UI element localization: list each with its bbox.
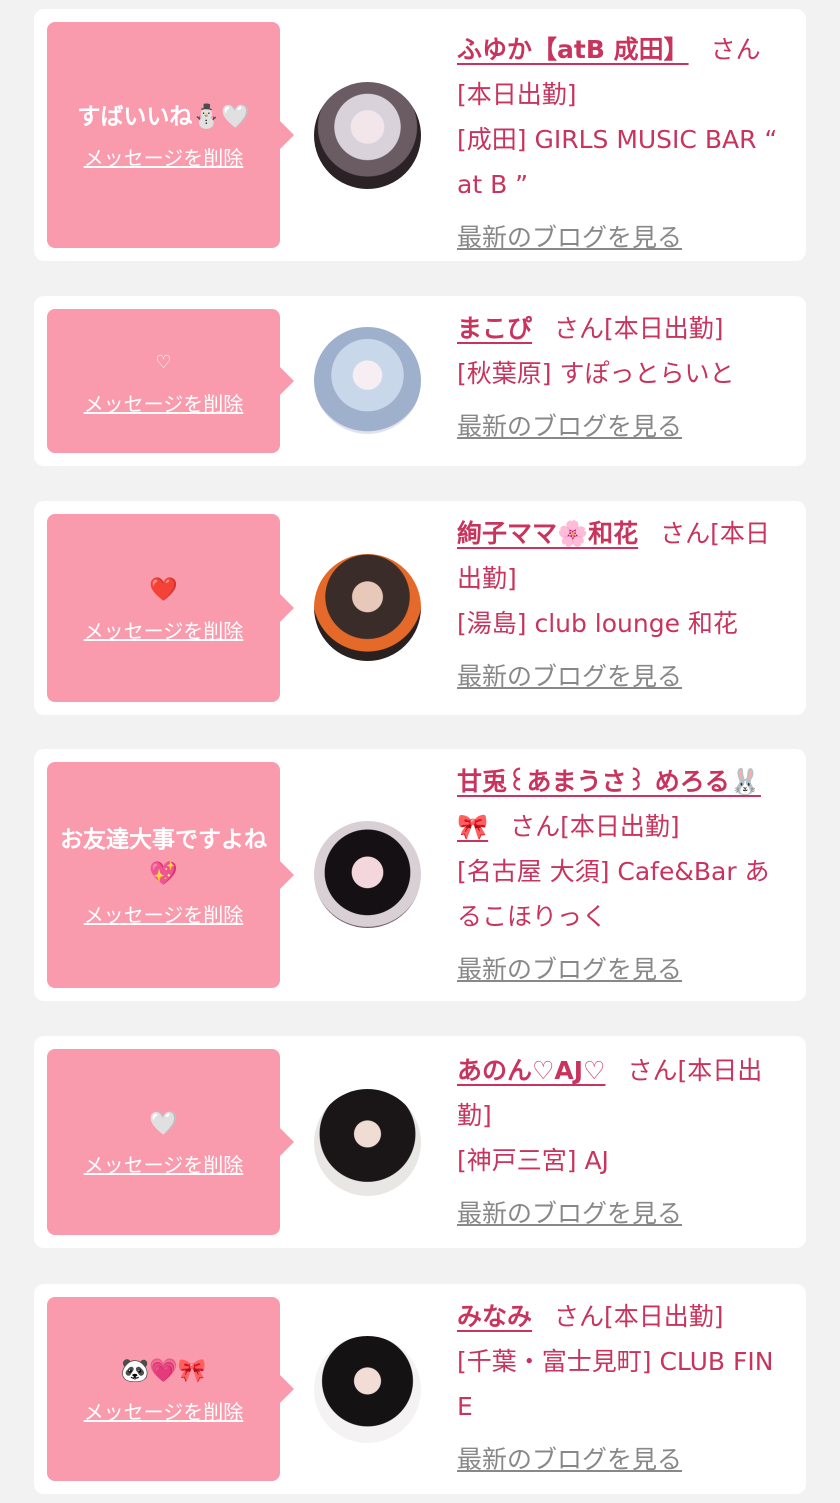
- girl-name-link[interactable]: ふゆか【atB 成田】: [457, 35, 689, 64]
- latest-blog-link[interactable]: 最新のブログを見る: [457, 1191, 682, 1236]
- attendance-status: [本日出勤]: [604, 1302, 724, 1331]
- shop-name: [千葉・富士見町] CLUB FINE: [457, 1347, 774, 1421]
- girl-info: まこぴ さん[本日出勤] [秋葉原] すぽっとらいと 最新のブログを見る: [457, 306, 789, 449]
- honorific: さん: [554, 1302, 605, 1331]
- delete-message-link[interactable]: メッセージを削除: [84, 1396, 244, 1425]
- avatar[interactable]: [314, 82, 421, 189]
- message-text: ❤️: [149, 576, 178, 603]
- delete-message-link[interactable]: メッセージを削除: [84, 1149, 244, 1178]
- delete-message-link[interactable]: メッセージを削除: [84, 142, 244, 171]
- avatar[interactable]: [314, 327, 421, 434]
- avatar[interactable]: [314, 1089, 421, 1196]
- girl-info: 絢子ママ🌸和花 さん[本日出勤] [湯島] club lounge 和花 最新のブ…: [457, 511, 789, 699]
- attendance-status: [本日出勤]: [560, 812, 680, 841]
- message-text: お友達大事ですよね💖: [60, 826, 267, 887]
- message-text: 🤍: [149, 1110, 178, 1137]
- attendance-status: [本日出勤]: [457, 80, 577, 109]
- girl-name-link[interactable]: まこぴ: [457, 314, 532, 343]
- honorific: さん: [554, 314, 605, 343]
- girl-card: 🐼💗🎀 メッセージを削除 みなみ さん[本日出勤] [千葉・富士見町] CLUB …: [34, 1284, 806, 1494]
- honorific: さん: [627, 1056, 678, 1085]
- girl-info: あのん♡AJ♡ さん[本日出勤] [神戸三宮] AJ 最新のブログを見る: [457, 1048, 789, 1236]
- shop-name: [成田] GIRLS MUSIC BAR “ at B ”: [457, 125, 778, 199]
- girl-name-link[interactable]: あのん♡AJ♡: [457, 1056, 605, 1085]
- message-bubble: ❤️ メッセージを削除: [47, 514, 294, 702]
- honorific: さん: [510, 812, 561, 841]
- message-bubble: ♡ メッセージを削除: [47, 309, 294, 453]
- girl-name-link[interactable]: 絢子ママ🌸和花: [457, 519, 638, 548]
- attendance-status: [本日出勤]: [604, 314, 724, 343]
- avatar[interactable]: [314, 1336, 421, 1443]
- shop-name: [神戸三宮] AJ: [457, 1146, 609, 1175]
- message-text: すばいいね⛄🤍: [77, 103, 250, 130]
- shop-name: [名古屋 大須] Cafe&Bar あるこほりっく: [457, 857, 770, 931]
- girl-card: ♡ メッセージを削除 まこぴ さん[本日出勤] [秋葉原] すぽっとらいと 最新の…: [34, 296, 806, 466]
- girl-info: 甘兎꒰あまうさ꒱ めろる🐰🎀 さん[本日出勤] [名古屋 大須] Cafe&Bar…: [457, 759, 789, 992]
- girl-card: 🤍 メッセージを削除 あのん♡AJ♡ さん[本日出勤] [神戸三宮] AJ 最新の…: [34, 1036, 806, 1248]
- latest-blog-link[interactable]: 最新のブログを見る: [457, 1437, 682, 1482]
- shop-name: [秋葉原] すぽっとらいと: [457, 359, 735, 388]
- latest-blog-link[interactable]: 最新のブログを見る: [457, 404, 682, 449]
- message-text: ♡: [155, 351, 172, 373]
- honorific: さん: [660, 519, 711, 548]
- avatar[interactable]: [314, 821, 421, 928]
- delete-message-link[interactable]: メッセージを削除: [84, 615, 244, 644]
- girl-info: みなみ さん[本日出勤] [千葉・富士見町] CLUB FINE 最新のブログを見…: [457, 1294, 789, 1482]
- girl-info: ふゆか【atB 成田】 さん [本日出勤] [成田] GIRLS MUSIC BA…: [457, 27, 789, 260]
- girl-card: ❤️ メッセージを削除 絢子ママ🌸和花 さん[本日出勤] [湯島] club lo…: [34, 501, 806, 715]
- avatar[interactable]: [314, 554, 421, 661]
- message-bubble: 🐼💗🎀 メッセージを削除: [47, 1297, 294, 1481]
- latest-blog-link[interactable]: 最新のブログを見る: [457, 947, 682, 992]
- delete-message-link[interactable]: メッセージを削除: [84, 388, 244, 417]
- girl-name-link[interactable]: みなみ: [457, 1302, 532, 1331]
- girl-card: お友達大事ですよね💖 メッセージを削除 甘兎꒰あまうさ꒱ めろる🐰🎀 さん[本日出…: [34, 749, 806, 1001]
- message-bubble: すばいいね⛄🤍 メッセージを削除: [47, 22, 294, 248]
- message-text: 🐼💗🎀: [120, 1357, 207, 1384]
- honorific: さん: [710, 35, 761, 64]
- message-bubble: 🤍 メッセージを削除: [47, 1049, 294, 1235]
- message-bubble: お友達大事ですよね💖 メッセージを削除: [47, 762, 294, 988]
- girl-card: すばいいね⛄🤍 メッセージを削除 ふゆか【atB 成田】 さん [本日出勤] [成…: [34, 9, 806, 261]
- shop-name: [湯島] club lounge 和花: [457, 609, 738, 638]
- latest-blog-link[interactable]: 最新のブログを見る: [457, 215, 682, 260]
- latest-blog-link[interactable]: 最新のブログを見る: [457, 654, 682, 699]
- delete-message-link[interactable]: メッセージを削除: [84, 899, 244, 928]
